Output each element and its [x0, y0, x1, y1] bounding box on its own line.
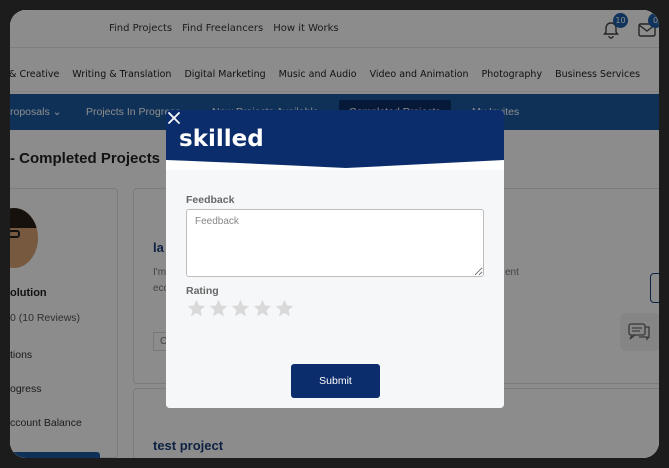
rating-stars: [186, 298, 295, 319]
browser-frame: Find Projects Find Freelancers How it Wo…: [10, 10, 659, 458]
star-icon[interactable]: [230, 298, 251, 319]
star-icon[interactable]: [186, 298, 207, 319]
star-icon[interactable]: [208, 298, 229, 319]
feedback-modal: skilled Feedback Rating Submit: [166, 110, 504, 408]
submit-button[interactable]: Submit: [291, 364, 380, 398]
close-icon[interactable]: [166, 110, 182, 126]
skilled-logo: skilled: [179, 126, 264, 152]
feedback-textarea[interactable]: [186, 209, 484, 277]
feedback-label: Feedback: [186, 194, 235, 206]
star-icon[interactable]: [252, 298, 273, 319]
rating-label: Rating: [186, 285, 219, 297]
modal-header: skilled: [166, 110, 504, 170]
star-icon[interactable]: [274, 298, 295, 319]
